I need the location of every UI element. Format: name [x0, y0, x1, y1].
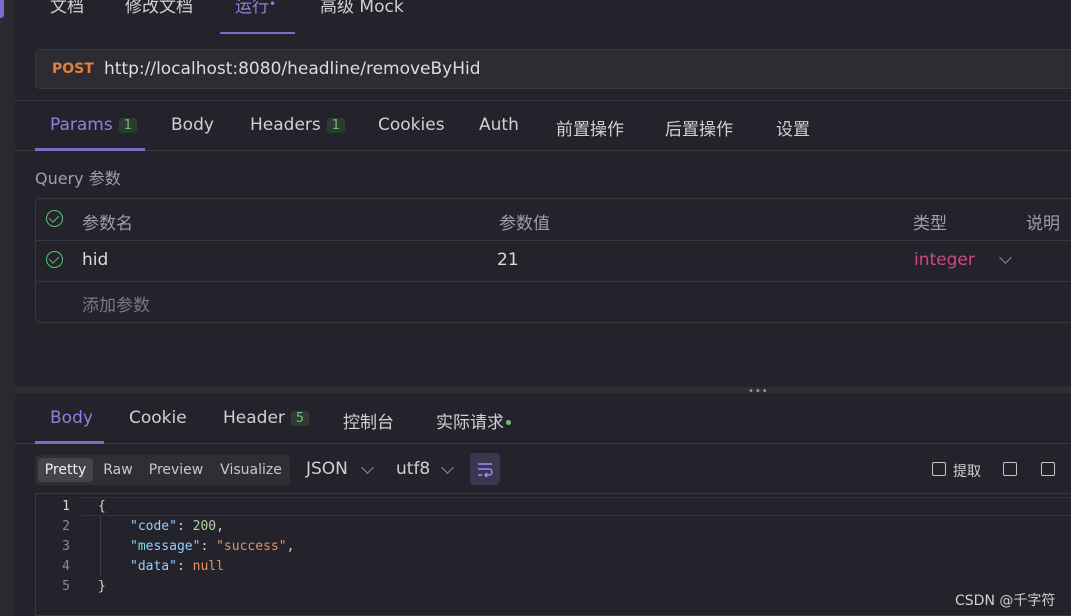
indent-guide — [100, 516, 101, 576]
table-row: hid 21 integer — [36, 240, 1071, 282]
tab-cookies[interactable]: Cookies — [378, 115, 445, 135]
response-tab-console[interactable]: 控制台 — [343, 408, 394, 433]
response-tab-header[interactable]: Header 5 — [223, 408, 310, 428]
column-header-name: 参数名 — [82, 214, 133, 234]
view-mode-visualize[interactable]: Visualize — [215, 458, 287, 482]
line-number: 4 — [62, 559, 70, 574]
tab-settings[interactable]: 设置 — [776, 115, 810, 140]
view-mode-raw[interactable]: Raw — [97, 458, 139, 482]
query-params-label: Query 参数 — [35, 169, 121, 188]
active-indicator — [0, 0, 4, 18]
url-input[interactable]: http://localhost:8080/headline/removeByH… — [104, 59, 481, 79]
response-tabs-divider — [15, 443, 1071, 444]
tab-doc[interactable]: 文档 — [50, 0, 84, 17]
current-line-highlight — [82, 497, 1071, 516]
status-dot-icon — [506, 420, 511, 425]
pane-splitter[interactable] — [15, 387, 1071, 393]
left-activity-bar — [0, 0, 15, 616]
param-name-input[interactable]: hid — [82, 250, 108, 270]
format-select[interactable]: JSON — [306, 459, 348, 479]
param-value-input[interactable]: 21 — [497, 250, 519, 270]
view-mode-pretty[interactable]: Pretty — [38, 458, 93, 482]
column-header-description: 说明 — [1026, 214, 1060, 234]
line-number: 5 — [62, 579, 70, 594]
code-line: "message": "success", — [130, 539, 295, 554]
param-type-select[interactable]: integer — [914, 250, 975, 270]
active-tab-underline — [220, 32, 295, 34]
code-line: { — [98, 499, 106, 514]
tab-post-operations[interactable]: 后置操作 — [665, 115, 733, 140]
response-tab-cookie[interactable]: Cookie — [129, 408, 187, 428]
tab-run[interactable]: 运行• — [235, 0, 276, 17]
tab-headers[interactable]: Headers 1 — [250, 115, 346, 135]
line-number: 1 — [62, 499, 70, 514]
chevron-down-icon[interactable] — [999, 251, 1012, 264]
column-header-type: 类型 — [913, 214, 947, 234]
line-number: 2 — [62, 519, 70, 534]
http-method-select[interactable]: POST — [52, 61, 94, 77]
line-number-gutter: 1 2 3 4 5 — [36, 494, 82, 615]
drag-handle-icon[interactable]: ••• — [748, 387, 769, 397]
code-line: "data": null — [130, 559, 224, 574]
select-all-checkbox[interactable] — [46, 210, 63, 227]
download-icon[interactable] — [1003, 462, 1017, 476]
copy-icon[interactable] — [1041, 462, 1055, 476]
tab-params[interactable]: Params 1 — [50, 115, 138, 135]
tab-body[interactable]: Body — [171, 115, 214, 135]
extract-button[interactable]: 提取 — [953, 461, 981, 481]
url-bar[interactable]: POST http://localhost:8080/headline/remo… — [35, 49, 1071, 89]
response-tab-actual-request[interactable]: 实际请求 — [436, 408, 511, 433]
wrap-lines-icon — [478, 463, 493, 478]
encoding-select[interactable]: utf8 — [396, 459, 430, 479]
tab-edit-doc[interactable]: 修改文档 — [125, 0, 193, 17]
wrap-lines-button[interactable] — [470, 453, 500, 485]
view-mode-switch: Pretty Raw Preview Visualize — [35, 455, 290, 485]
view-mode-preview[interactable]: Preview — [143, 458, 209, 482]
response-tab-body[interactable]: Body — [50, 408, 93, 428]
tab-pre-operations[interactable]: 前置操作 — [556, 115, 624, 140]
active-request-tab-underline — [35, 148, 145, 151]
watermark: CSDN @千字符 — [955, 593, 1056, 609]
row-enabled-checkbox[interactable] — [46, 251, 63, 268]
code-line: "code": 200, — [130, 519, 224, 534]
column-header-value: 参数值 — [499, 214, 550, 234]
headers-count-badge: 1 — [326, 118, 346, 133]
response-body-editor[interactable]: 1 2 3 4 5 { "code": 200, "message": "suc… — [35, 493, 1071, 616]
table-header-row: 参数名 参数值 类型 说明 — [36, 199, 1071, 241]
query-params-table: 参数名 参数值 类型 说明 hid 21 integer 添加参数 — [35, 198, 1071, 323]
add-param-placeholder[interactable]: 添加参数 — [82, 291, 150, 316]
code-line: } — [98, 579, 106, 594]
divider — [15, 100, 1071, 101]
response-header-count-badge: 5 — [290, 411, 310, 426]
params-count-badge: 1 — [118, 118, 138, 133]
extract-icon[interactable] — [932, 462, 946, 476]
add-param-row[interactable]: 添加参数 — [36, 281, 1071, 322]
active-response-tab-underline — [35, 441, 104, 444]
tab-auth[interactable]: Auth — [479, 115, 519, 135]
line-number: 3 — [62, 539, 70, 554]
tabs-divider — [15, 150, 1071, 151]
chevron-down-icon[interactable] — [361, 461, 374, 474]
tab-advanced-mock[interactable]: 高级 Mock — [320, 0, 404, 17]
chevron-down-icon[interactable] — [441, 461, 454, 474]
